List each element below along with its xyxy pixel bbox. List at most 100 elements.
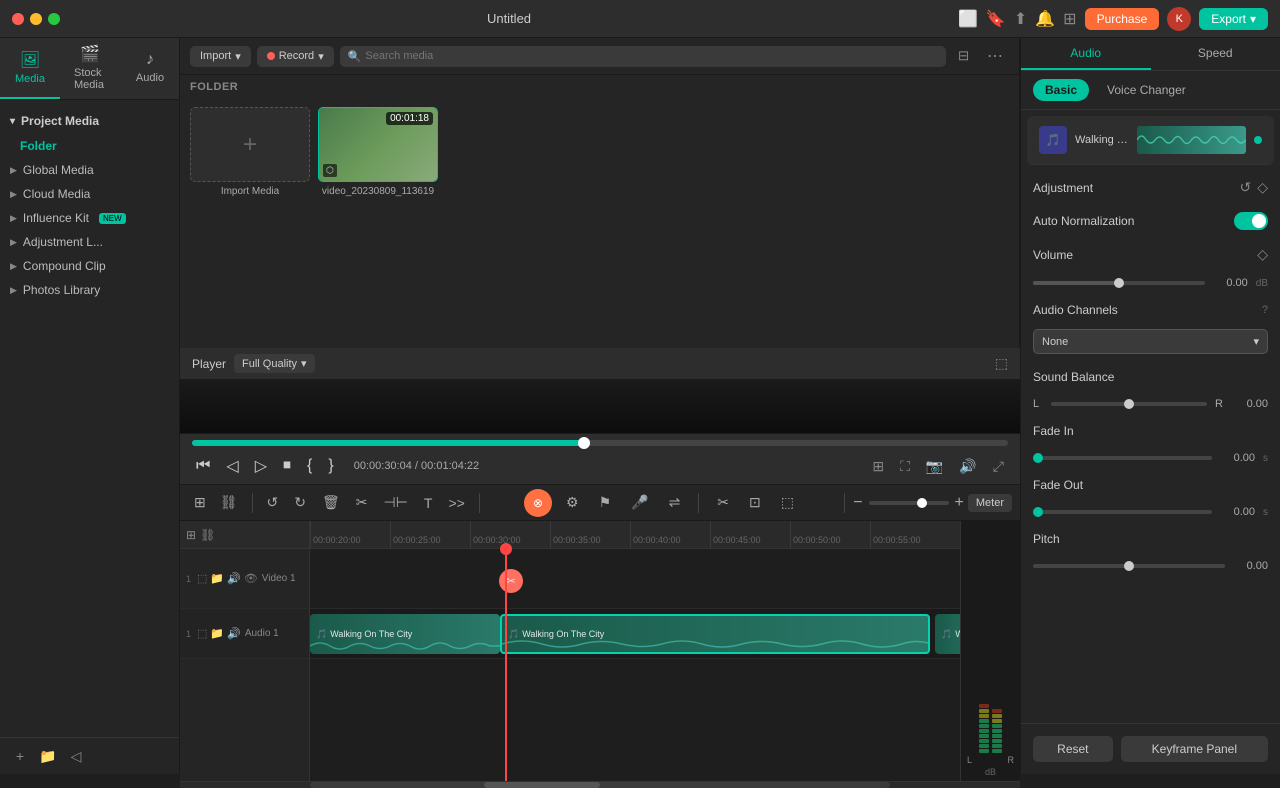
- video-track-audio-icon[interactable]: 🔊: [227, 572, 241, 585]
- redo-button[interactable]: ↻: [288, 491, 312, 514]
- link-track-button[interactable]: ⛓: [200, 528, 215, 542]
- sub-tab-basic[interactable]: Basic: [1033, 79, 1089, 101]
- snapshot-icon[interactable]: 📷: [922, 456, 947, 477]
- close-button[interactable]: [12, 13, 24, 25]
- volume-diamond-icon[interactable]: ◇: [1257, 246, 1268, 263]
- sidebar-item-adjustment[interactable]: ▶ Adjustment L...: [0, 230, 179, 254]
- zoom-out-button[interactable]: −: [853, 494, 862, 512]
- frame-button[interactable]: ⬚: [775, 491, 800, 514]
- video-track-clip-icon[interactable]: ⬚: [197, 572, 207, 585]
- sub-tab-voice-changer[interactable]: Voice Changer: [1095, 79, 1198, 101]
- upload-icon[interactable]: ⬆: [1014, 9, 1027, 29]
- reset-button[interactable]: Reset: [1033, 736, 1113, 762]
- sidebar-item-influence-kit[interactable]: ▶ Influence Kit NEW: [0, 206, 179, 230]
- video-track-eye-icon[interactable]: 👁: [244, 572, 258, 585]
- search-box[interactable]: 🔍: [340, 46, 946, 67]
- zoom-fit-icon[interactable]: ⛶: [896, 456, 914, 477]
- fit-icon[interactable]: ⊞: [868, 456, 888, 477]
- frame-back-button[interactable]: ◁: [222, 454, 242, 478]
- flag-button[interactable]: ⚑: [593, 491, 618, 514]
- progress-bar[interactable]: [192, 440, 1008, 446]
- right-tab-audio[interactable]: Audio: [1021, 38, 1151, 70]
- split-button[interactable]: ⊣⊢: [378, 491, 414, 514]
- filter-button[interactable]: ⊟: [952, 46, 975, 66]
- minimize-button[interactable]: [30, 13, 42, 25]
- import-media-item[interactable]: + Import Media: [190, 107, 310, 197]
- settings-button[interactable]: ⚙: [560, 491, 585, 514]
- more-options-button[interactable]: ⋯: [981, 44, 1009, 68]
- notification-icon[interactable]: 🔔: [1035, 9, 1055, 29]
- grid-icon[interactable]: ⊞: [1063, 9, 1076, 29]
- audio-clip-1[interactable]: 🎵 Walking On The City: [310, 614, 500, 654]
- sidebar-item-global-media[interactable]: ▶ Global Media: [0, 158, 179, 182]
- sidebar-item-compound-clip[interactable]: ▶ Compound Clip: [0, 254, 179, 278]
- fullscreen-icon[interactable]: ⤢: [989, 456, 1008, 477]
- add-folder-icon[interactable]: +: [10, 746, 30, 766]
- project-media-header[interactable]: ▾ Project Media: [0, 108, 179, 134]
- tab-audio[interactable]: ♪ Audio: [120, 38, 180, 99]
- scene-split-button[interactable]: ⊞: [188, 491, 212, 514]
- keyframe-panel-button[interactable]: Keyframe Panel: [1121, 736, 1268, 762]
- cut-button[interactable]: ✂: [350, 491, 374, 514]
- reset-icon[interactable]: ↺: [1239, 179, 1251, 196]
- in-point-button[interactable]: {: [303, 455, 316, 477]
- volume-icon[interactable]: 🔊: [955, 456, 980, 477]
- forward-button[interactable]: >>: [442, 492, 470, 514]
- record-button[interactable]: Record ▾: [257, 46, 334, 67]
- mic-button[interactable]: 🎤: [625, 491, 654, 514]
- maximize-button[interactable]: [48, 13, 60, 25]
- play-button[interactable]: ▷: [251, 454, 271, 478]
- volume-slider[interactable]: [1033, 281, 1205, 285]
- meter-button[interactable]: Meter: [968, 494, 1012, 512]
- left-collapse-icon[interactable]: ◁: [66, 746, 86, 766]
- scroll-track[interactable]: [310, 782, 890, 788]
- link-button[interactable]: ⛓: [214, 491, 244, 514]
- tab-media[interactable]: 🖼 Media: [0, 38, 60, 99]
- video-thumb[interactable]: 00:01:18 ⬡: [318, 107, 438, 182]
- audio-clip-2[interactable]: 🎵 Walking On The City: [500, 614, 930, 654]
- undo-button[interactable]: ↺: [261, 491, 285, 514]
- crop-icon[interactable]: ⬚: [995, 355, 1008, 372]
- fade-in-slider[interactable]: [1033, 456, 1212, 460]
- delete-button[interactable]: 🗑: [316, 491, 346, 514]
- out-point-button[interactable]: }: [324, 455, 337, 477]
- display-icon[interactable]: ⬜: [958, 9, 978, 29]
- audio-track-volume-icon[interactable]: 🔊: [227, 627, 241, 640]
- audio-track-folder-icon[interactable]: 📁: [210, 627, 224, 640]
- fade-out-slider[interactable]: [1033, 510, 1212, 514]
- audio-channels-help-icon[interactable]: ?: [1262, 304, 1268, 316]
- add-track-above-button[interactable]: ⊞: [186, 528, 196, 542]
- pitch-slider[interactable]: [1033, 564, 1225, 568]
- tab-stock-media[interactable]: 🎬 Stock Media: [60, 38, 120, 99]
- bookmark-icon[interactable]: 🔖: [986, 9, 1006, 29]
- scissors-button[interactable]: ✂: [711, 491, 735, 514]
- export-button[interactable]: Export ▾: [1199, 8, 1268, 30]
- sidebar-item-photos-library[interactable]: ▶ Photos Library: [0, 278, 179, 302]
- import-button[interactable]: Import ▾: [190, 46, 251, 67]
- zoom-slider[interactable]: [869, 501, 949, 505]
- skip-back-button[interactable]: ⏮: [192, 455, 214, 477]
- timeline-scrollbar[interactable]: [180, 781, 1020, 788]
- audio-clip-3[interactable]: 🎵 Walk...: [935, 614, 960, 654]
- progress-thumb[interactable]: [578, 437, 590, 449]
- sidebar-item-cloud-media[interactable]: ▶ Cloud Media: [0, 182, 179, 206]
- text-button[interactable]: T: [418, 492, 439, 514]
- audio-track-clip-icon[interactable]: ⬚: [197, 627, 207, 640]
- auto-normalization-toggle[interactable]: [1234, 212, 1268, 230]
- import-media-thumb[interactable]: +: [190, 107, 310, 182]
- mix-button[interactable]: ⇌: [663, 491, 687, 514]
- zoom-in-button[interactable]: +: [955, 494, 964, 512]
- mosaic-button[interactable]: ⊡: [743, 491, 767, 514]
- sidebar-item-folder[interactable]: Folder: [0, 134, 179, 158]
- audio-channels-select[interactable]: None ▾: [1033, 329, 1268, 354]
- snap-button[interactable]: ⊗: [524, 489, 552, 517]
- search-input[interactable]: [365, 50, 937, 62]
- video-media-item[interactable]: 00:01:18 ⬡ video_20230809_113619: [318, 107, 438, 197]
- scroll-thumb[interactable]: [484, 782, 600, 788]
- quality-select[interactable]: Full Quality ▾: [234, 354, 315, 373]
- right-tab-speed[interactable]: Speed: [1151, 38, 1280, 70]
- stop-button[interactable]: ⏹: [279, 455, 295, 477]
- diamond-icon[interactable]: ◇: [1257, 179, 1268, 196]
- purchase-button[interactable]: Purchase: [1085, 8, 1160, 30]
- video-track-folder-icon[interactable]: 📁: [210, 572, 224, 585]
